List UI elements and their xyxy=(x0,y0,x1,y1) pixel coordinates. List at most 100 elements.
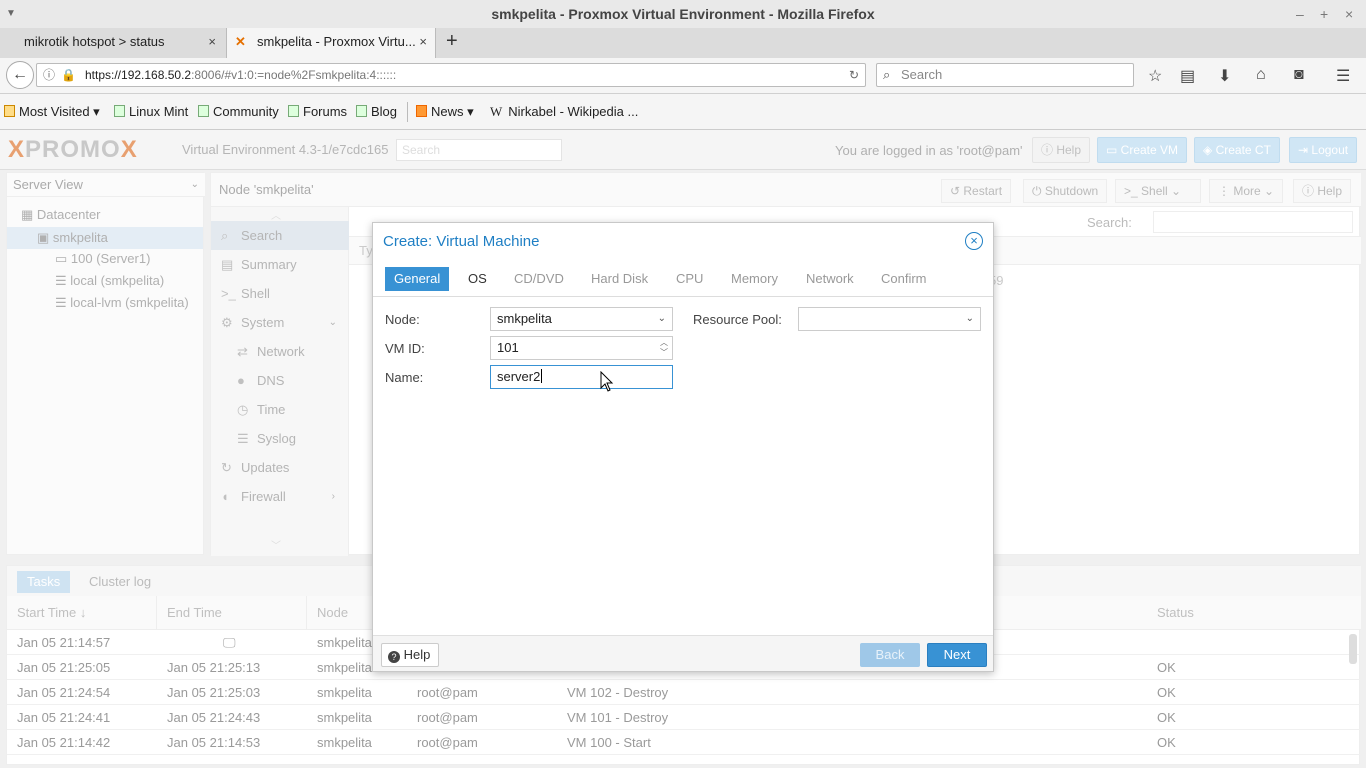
maximize-button[interactable]: + xyxy=(1320,0,1328,28)
tasks-scrollbar[interactable] xyxy=(1349,634,1357,664)
resource-pool-select[interactable]: ⌄ xyxy=(798,307,981,331)
pve-search-input[interactable]: Search xyxy=(396,139,562,161)
back-arrow-icon[interactable]: ← xyxy=(6,61,34,89)
tab-close-icon[interactable]: × xyxy=(419,28,427,56)
browser-tab-proxmox[interactable]: ✕ smkpelita - Proxmox Virtu... × xyxy=(226,28,436,58)
help-button[interactable]: ⓘ Help xyxy=(1032,137,1091,163)
resource-pool-label: Resource Pool: xyxy=(693,312,782,327)
menu-shell[interactable]: >_ Shell xyxy=(211,279,349,308)
table-row[interactable]: Jan 05 21:24:41 Jan 05 21:24:43 smkpelit… xyxy=(7,705,1361,730)
bookmark-wikipedia[interactable]: W Nirkabel - Wikipedia ... xyxy=(490,104,638,120)
bookmark-star-icon[interactable]: ☆ xyxy=(1148,66,1162,86)
tree-item-local[interactable]: ☰ local (smkpelita) xyxy=(55,273,164,289)
storage-icon: ☰ xyxy=(55,273,67,288)
create-ct-button[interactable]: ◈ Create CT xyxy=(1194,137,1280,163)
tree-item-local-lvm[interactable]: ☰ local-lvm (smkpelita) xyxy=(55,295,189,311)
menu-updates[interactable]: ↻ Updates xyxy=(211,453,349,482)
server-view-select[interactable]: Server View ⌄ xyxy=(7,173,205,197)
bookmark-blog[interactable]: Blog xyxy=(356,104,397,119)
home-icon[interactable]: ⌂ xyxy=(1256,66,1266,84)
browser-tab-mikrotik[interactable]: mikrotik hotspot > status × xyxy=(0,28,224,58)
col-end-time[interactable]: End Time xyxy=(157,596,307,630)
tree-item-server1[interactable]: ▭ 100 (Server1) xyxy=(55,251,150,267)
tab-network[interactable]: Network xyxy=(797,267,863,291)
tab-cd-dvd[interactable]: CD/DVD xyxy=(505,267,573,291)
more-button[interactable]: ⋮ More ⌄ xyxy=(1209,179,1283,203)
spinner-arrows-icon[interactable]: ︿ ﹀ xyxy=(660,338,668,358)
scroll-up-icon[interactable]: ︿ xyxy=(271,207,281,222)
menu-system[interactable]: ⚙ System ⌄ xyxy=(211,308,349,337)
tab-close-icon[interactable]: × xyxy=(208,28,216,56)
window-menu-icon[interactable]: ▼ xyxy=(6,0,16,28)
new-tab-button[interactable]: + xyxy=(446,30,458,53)
monitor-icon: 🖵 xyxy=(223,635,236,650)
storage-icon: ☰ xyxy=(55,295,67,310)
node-header: Node 'smkpelita' ↺ Restart ⏻ Shutdown >_… xyxy=(211,173,1361,207)
close-icon[interactable]: × xyxy=(965,232,983,250)
menu-firewall[interactable]: ◖ Firewall › xyxy=(211,482,349,511)
dialog-title: Create: Virtual Machine xyxy=(383,233,540,250)
menu-syslog[interactable]: ☰ Syslog xyxy=(211,424,349,453)
menu-time[interactable]: ◷ Time xyxy=(211,395,349,424)
wikipedia-icon: W xyxy=(490,104,503,119)
browser-search-input[interactable]: ⌕ Search xyxy=(876,63,1134,87)
menu-search[interactable]: ⌕ Search xyxy=(211,221,349,250)
scroll-down-icon[interactable]: ﹀ xyxy=(271,537,281,552)
vmid-spinner[interactable]: 101 ︿ ﹀ xyxy=(490,336,673,360)
tab-hard-disk[interactable]: Hard Disk xyxy=(582,267,657,291)
tab-confirm[interactable]: Confirm xyxy=(872,267,936,291)
next-button[interactable]: Next xyxy=(927,643,987,667)
tab-cpu[interactable]: CPU xyxy=(667,267,712,291)
chevron-down-icon: ⌄ xyxy=(657,313,666,324)
logout-button[interactable]: ⇥ Logout xyxy=(1289,137,1358,163)
bookmark-community[interactable]: Community xyxy=(198,104,279,119)
dialog-footer: ? Help Back Next xyxy=(373,635,993,671)
lock-warning-icon[interactable]: 🔒 xyxy=(61,64,76,86)
reload-icon[interactable]: ↻ xyxy=(849,64,859,86)
menu-network[interactable]: ⇄ Network xyxy=(211,337,349,366)
tab-general[interactable]: General xyxy=(385,267,450,291)
restart-button[interactable]: ↺ Restart xyxy=(941,179,1012,203)
col-start-time[interactable]: Start Time ↓ xyxy=(7,596,157,630)
shield-icon: ◖ xyxy=(221,489,229,504)
menu-dns[interactable]: ● DNS xyxy=(211,366,349,395)
table-row[interactable]: Jan 05 21:24:54 Jan 05 21:25:03 smkpelit… xyxy=(7,680,1361,705)
reading-list-icon[interactable]: ▤ xyxy=(1180,66,1195,86)
table-row[interactable]: Jan 05 21:14:42 Jan 05 21:14:53 smkpelit… xyxy=(7,730,1361,755)
tab-memory[interactable]: Memory xyxy=(722,267,787,291)
mint-icon xyxy=(198,105,209,117)
node-help-button[interactable]: ⓘ Help xyxy=(1293,179,1352,203)
browser-tab-strip: mikrotik hotspot > status × ✕ smkpelita … xyxy=(0,28,1366,58)
grid-header-type: Ty xyxy=(359,243,373,258)
minimize-button[interactable]: – xyxy=(1296,0,1304,28)
bookmark-linux-mint[interactable]: Linux Mint xyxy=(114,104,188,119)
help-icon: ? xyxy=(388,651,400,663)
menu-summary[interactable]: ▤ Summary xyxy=(211,250,349,279)
shutdown-button[interactable]: ⏻ Shutdown xyxy=(1023,179,1108,203)
create-vm-button[interactable]: ▭ Create VM xyxy=(1097,137,1188,163)
tab-tasks[interactable]: Tasks xyxy=(17,571,71,593)
tree-item-datacenter[interactable]: ▦ Datacenter xyxy=(21,207,101,223)
col-status[interactable]: Status xyxy=(1147,596,1347,630)
bookmark-forums[interactable]: Forums xyxy=(288,104,347,119)
bookmark-news[interactable]: News ▾ xyxy=(416,104,474,120)
hamburger-menu-icon[interactable]: ☰ xyxy=(1336,66,1350,86)
close-window-button[interactable]: × xyxy=(1345,0,1353,28)
node-menu: ︿ ⌕ Search ▤ Summary >_ Shell ⚙ System ⌄ ⇄ Net… xyxy=(211,207,349,556)
pocket-icon[interactable]: ◙ xyxy=(1294,66,1304,84)
dialog-help-button[interactable]: ? Help xyxy=(381,643,439,667)
shell-button[interactable]: >_ Shell ⌄ xyxy=(1115,179,1201,203)
url-bar[interactable]: ⓘ 🔒 https://192.168.50.2:8006/#v1:0:=nod… xyxy=(36,63,866,87)
grid-search-input[interactable] xyxy=(1153,211,1353,233)
vm-name-input[interactable]: server2 xyxy=(490,365,673,389)
bookmark-divider xyxy=(407,102,408,122)
tab-os[interactable]: OS xyxy=(459,267,496,291)
tree-item-smkpelita[interactable]: ▣ smkpelita xyxy=(7,227,203,249)
info-icon[interactable]: ⓘ xyxy=(43,64,55,86)
downloads-icon[interactable]: ⬇ xyxy=(1218,66,1231,86)
globe-icon: ● xyxy=(237,373,245,388)
tab-cluster-log[interactable]: Cluster log xyxy=(79,571,161,593)
back-button[interactable]: Back xyxy=(860,643,920,667)
node-select[interactable]: smkpelita ⌄ xyxy=(490,307,673,331)
bookmark-most-visited[interactable]: Most Visited ▾ xyxy=(4,104,100,120)
